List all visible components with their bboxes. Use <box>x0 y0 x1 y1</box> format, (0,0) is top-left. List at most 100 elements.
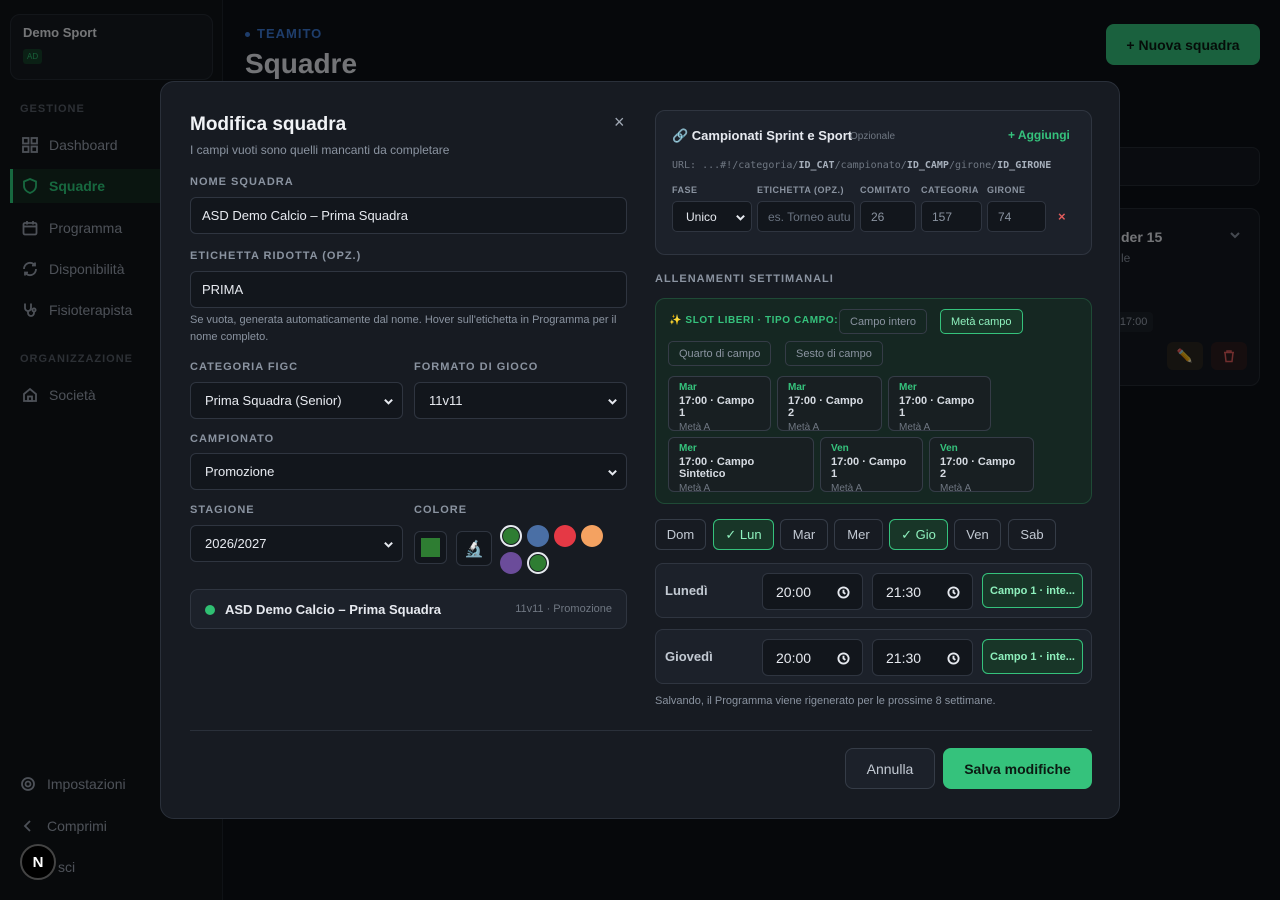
slot-day: Mer <box>679 443 697 454</box>
category-select[interactable]: Prima Squadra (Senior) <box>190 382 403 419</box>
short-label-hint: Se vuota, generata automaticamente dal n… <box>190 314 617 343</box>
chevron-down-icon <box>608 469 617 476</box>
field-select-button[interactable]: Campo 1 · inte... <box>982 573 1083 608</box>
short-label-input[interactable]: PRIMA <box>190 271 627 308</box>
chevron-down-icon <box>384 398 393 405</box>
category-value: Prima Squadra (Senior) <box>205 393 342 408</box>
url-girone: ID_GIRONE <box>997 160 1052 171</box>
slot-time: 17:00 · Campo 1 <box>899 395 975 419</box>
fase-label: FASE <box>672 185 698 195</box>
url-prefix: URL: ...#!/categoria/ <box>672 160 799 171</box>
preview-team-meta: 11v11 · Promozione <box>515 603 612 615</box>
color-option-red[interactable] <box>554 525 576 547</box>
dev-tools-badge[interactable]: N <box>20 844 56 880</box>
field-type-full[interactable]: Campo intero <box>839 309 928 334</box>
format-select[interactable]: 11v11 <box>414 382 627 419</box>
day-toggle-lun[interactable]: ✓ Lun <box>713 519 774 550</box>
girone-input[interactable]: 74 <box>987 201 1046 232</box>
slot-time: 17:00 · Campo 2 <box>940 456 1016 480</box>
fase-select[interactable]: Unico <box>672 201 752 232</box>
color-option-purple[interactable] <box>500 552 522 574</box>
add-campionato-button[interactable]: + Aggiungi <box>1008 128 1070 142</box>
cancel-button[interactable]: Annulla <box>845 748 935 789</box>
url-mid1: /campionato/ <box>834 160 907 171</box>
modal-title: Modifica squadra <box>190 114 347 135</box>
remove-campionato-icon[interactable]: × <box>1058 209 1066 224</box>
start-time-value: 20:00 <box>776 649 812 666</box>
team-name-input[interactable]: ASD Demo Calcio – Prima Squadra <box>190 197 627 234</box>
field-type-quarter[interactable]: Quarto di campo <box>668 341 772 366</box>
footer-divider <box>190 730 1092 731</box>
modal-subtitle: I campi vuoti sono quelli mancanti da co… <box>190 143 450 157</box>
day-toggle-ven[interactable]: Ven <box>954 519 1001 550</box>
field-type-half[interactable]: Metà campo <box>940 309 1023 334</box>
day-toggle-gio[interactable]: ✓ Gio <box>889 519 948 550</box>
preview-team-name: ASD Demo Calcio – Prima Squadra <box>225 602 442 617</box>
slot-day: Mar <box>679 382 697 393</box>
color-label: COLORE <box>414 504 468 516</box>
team-name-label: NOME SQUADRA <box>190 176 294 188</box>
categoria-input[interactable]: 157 <box>921 201 982 232</box>
training-day-label: Giovedì <box>665 649 713 664</box>
day-toggle-sab[interactable]: Sab <box>1008 519 1056 550</box>
chevron-down-icon <box>384 541 393 548</box>
team-preview: ASD Demo Calcio – Prima Squadra 11v11 · … <box>190 589 627 629</box>
campionati-optional: Opzionale <box>850 131 896 142</box>
slot-day: Ven <box>940 443 958 454</box>
eyedropper-icon: 🔬 <box>464 540 484 558</box>
chevron-down-icon <box>736 214 745 221</box>
slot-card[interactable]: Mer 17:00 · Campo 1 Metà A <box>888 376 991 433</box>
color-option-custom[interactable] <box>527 552 549 574</box>
save-note: Salvando, il Programma viene rigenerato … <box>655 695 996 707</box>
url-cat: ID_CAT <box>798 160 835 171</box>
slot-card[interactable]: Mer 17:00 · Campo Sintetico Metà A <box>668 437 814 494</box>
campionati-section: 🔗 Campionati Sprint e Sport Opzionale + … <box>655 110 1092 255</box>
allenamenti-title: ALLENAMENTI SETTIMANALI <box>655 273 834 285</box>
chevron-down-icon <box>608 398 617 405</box>
comitato-input[interactable]: 26 <box>860 201 916 232</box>
slot-card[interactable]: Mar 17:00 · Campo 1 Metà A <box>668 376 771 433</box>
close-icon[interactable]: × <box>614 112 625 133</box>
slot-card[interactable]: Mar 17:00 · Campo 2 Metà A <box>777 376 882 433</box>
day-toggle-mar[interactable]: Mar <box>780 519 828 550</box>
format-label: FORMATO DI GIOCO <box>414 361 539 373</box>
comitato-label: COMITATO <box>860 185 911 195</box>
color-swatch[interactable] <box>414 531 447 564</box>
training-day-label: Lunedì <box>665 583 708 598</box>
end-time-input[interactable]: 21:30 <box>872 573 973 610</box>
color-option-orange[interactable] <box>581 525 603 547</box>
championship-label: CAMPIONATO <box>190 433 275 445</box>
clock-icon <box>837 586 850 599</box>
field-type-sixth[interactable]: Sesto di campo <box>785 341 883 366</box>
start-time-input[interactable]: 20:00 <box>762 573 863 610</box>
day-toggle-mer[interactable]: Mer <box>834 519 883 550</box>
slot-time: 17:00 · Campo 2 <box>788 395 864 419</box>
color-option-blue[interactable] <box>527 525 549 547</box>
girone-label: GIRONE <box>987 185 1026 195</box>
free-slots-panel: ✨ SLOT LIBERI · TIPO CAMPO: Campo intero… <box>655 298 1092 504</box>
training-row-lunedi: Lunedì 20:00 21:30 Campo 1 · inte... <box>655 563 1092 618</box>
clock-icon <box>947 586 960 599</box>
slot-meta: Metà A <box>940 483 972 494</box>
color-option-green[interactable] <box>500 525 522 547</box>
edit-team-modal: Modifica squadra I campi vuoti sono quel… <box>160 81 1120 819</box>
championship-value: Promozione <box>205 464 275 479</box>
championship-select[interactable]: Promozione <box>190 453 627 490</box>
fase-value: Unico <box>686 209 717 224</box>
season-label: STAGIONE <box>190 504 255 516</box>
url-mid2: /girone/ <box>948 160 998 171</box>
etichetta-input[interactable]: es. Torneo autu <box>757 201 855 232</box>
season-select[interactable]: 2026/2027 <box>190 525 403 562</box>
slot-card[interactable]: Ven 17:00 · Campo 2 Metà A <box>929 437 1034 494</box>
campionati-title: 🔗 Campionati Sprint e Sport <box>672 128 853 143</box>
field-select-button[interactable]: Campo 1 · inte... <box>982 639 1083 674</box>
url-template: URL: ...#!/categoria/ID_CAT/campionato/I… <box>672 160 1051 171</box>
end-time-value: 21:30 <box>886 583 922 600</box>
eyedropper-button[interactable]: 🔬 <box>456 531 492 566</box>
save-button[interactable]: Salva modifiche <box>943 748 1092 789</box>
day-toggle-dom[interactable]: Dom <box>655 519 706 550</box>
end-time-input[interactable]: 21:30 <box>872 639 973 676</box>
short-label-label: ETICHETTA RIDOTTA (OPZ.) <box>190 250 362 262</box>
start-time-input[interactable]: 20:00 <box>762 639 863 676</box>
slot-card[interactable]: Ven 17:00 · Campo 1 Metà A <box>820 437 923 494</box>
